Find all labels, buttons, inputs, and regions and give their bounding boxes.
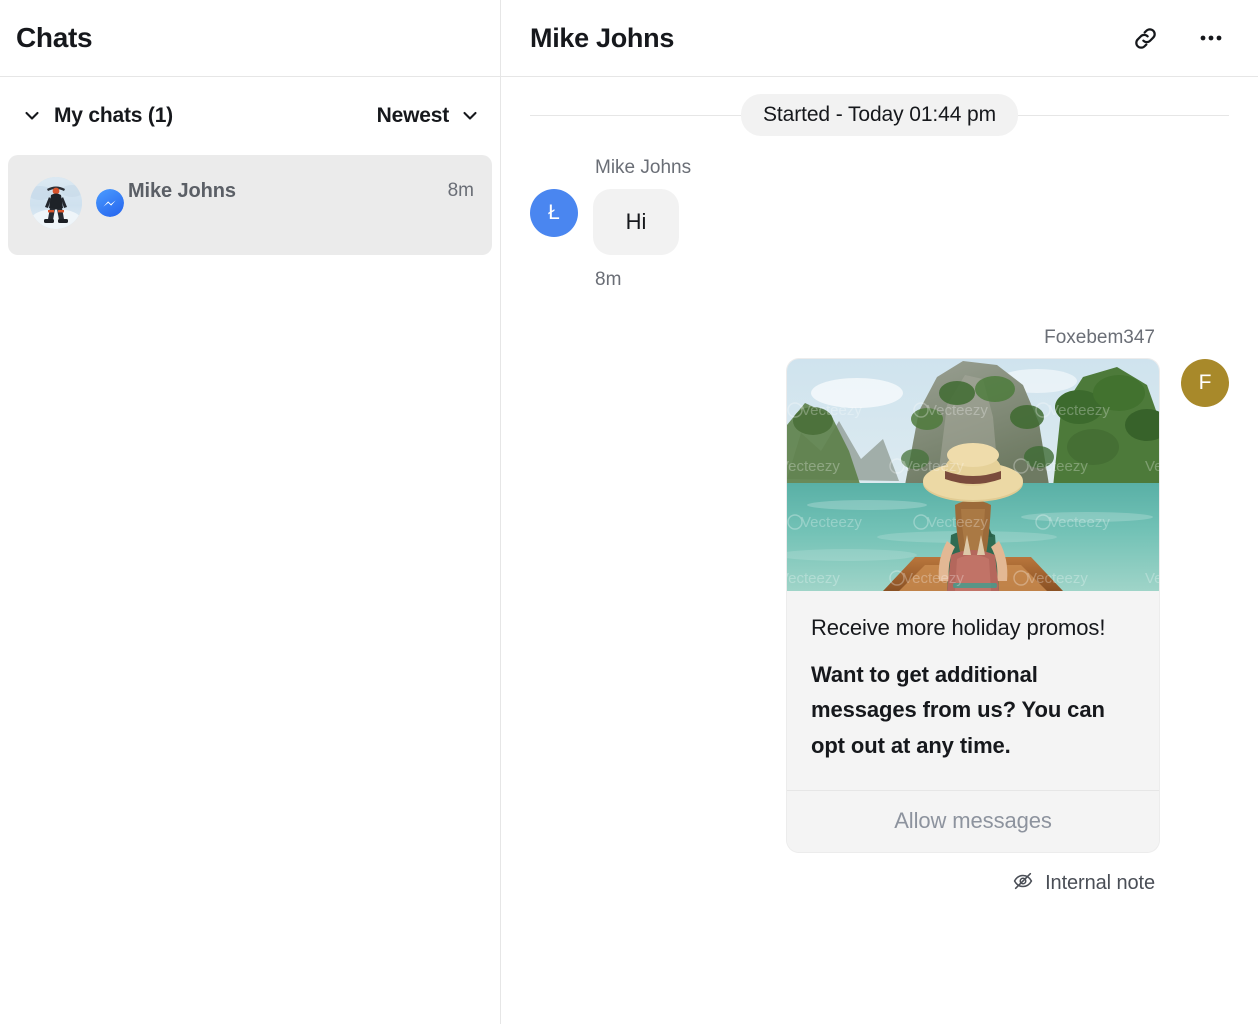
chat-application: Chats My chats (1) Newest (0, 0, 1258, 1024)
conversation-start-divider: Started - Today 01:44 pm (530, 77, 1229, 153)
chevron-down-icon (22, 106, 42, 126)
sort-order-dropdown[interactable]: Newest (377, 104, 480, 128)
avatar (30, 177, 82, 229)
page-title: Chats (16, 22, 92, 54)
message-bubble: Hi (593, 189, 679, 255)
allow-messages-label: Allow messages (894, 808, 1052, 834)
svg-text:Vecteezy: Vecteezy (801, 514, 862, 531)
message-timestamp: 8m (595, 269, 621, 291)
message-sender-name: Foxebem347 (1044, 327, 1155, 349)
conversation-title: Mike Johns (530, 23, 674, 54)
my-chats-group-toggle[interactable]: My chats (1) (22, 104, 173, 128)
header-actions (1130, 23, 1226, 53)
svg-text:Vecteezy: Vecteezy (1027, 458, 1088, 475)
conversation-panel: Mike Johns St (501, 0, 1258, 1024)
avatar: F (1181, 359, 1229, 407)
message-thread: Started - Today 01:44 pm Mike Johns Ł Hi… (501, 77, 1258, 1024)
list-item-content: Mike Johns 8m (114, 177, 474, 205)
svg-text:Vecteezy: Vecteezy (1049, 514, 1110, 531)
message-row: Vecteezy Vecteezy Vecteezy Vecteezy Vect… (787, 359, 1229, 852)
svg-text:Vecteezy: Vecteezy (927, 402, 988, 419)
promo-card-body: Receive more holiday promos! Want to get… (787, 591, 1159, 790)
eye-off-icon (1012, 870, 1034, 897)
chats-sidebar: Chats My chats (1) Newest (0, 0, 501, 1024)
promo-card: Vecteezy Vecteezy Vecteezy Vecteezy Vect… (787, 359, 1159, 852)
svg-text:Vecteezy: Vecteezy (801, 402, 862, 419)
user-photo-avatar (30, 177, 82, 229)
svg-text:Vecteezy: Vecteezy (903, 570, 964, 587)
conversation-header: Mike Johns (501, 0, 1258, 77)
allow-messages-button[interactable]: Allow messages (787, 790, 1159, 852)
svg-text:Vecteezy: Vecteezy (1049, 402, 1110, 419)
message-row: Ł Hi (530, 189, 679, 255)
svg-text:Vecteezy: Vecteezy (1027, 570, 1088, 587)
internal-note-toggle[interactable]: Internal note (1012, 870, 1155, 897)
list-item[interactable]: Mike Johns 8m (8, 155, 492, 255)
chat-timestamp: 8m (448, 180, 474, 202)
chats-toolbar: My chats (1) Newest (0, 77, 500, 155)
promo-card-image: Vecteezy Vecteezy Vecteezy Vecteezy Vect… (787, 359, 1159, 591)
avatar: Ł (530, 189, 578, 237)
chevron-down-icon (460, 106, 480, 126)
promo-card-title: Receive more holiday promos! (811, 613, 1135, 643)
more-options-icon[interactable] (1196, 23, 1226, 53)
conversation-start-label: Started - Today 01:44 pm (741, 94, 1018, 136)
svg-text:Vec: Vec (1145, 458, 1159, 475)
svg-text:Vecteezy: Vecteezy (787, 570, 840, 587)
internal-note-label: Internal note (1045, 872, 1155, 895)
message-outgoing: Foxebem347 (530, 327, 1229, 897)
svg-text:Vecteezy: Vecteezy (903, 458, 964, 475)
chat-list: Mike Johns 8m (0, 155, 500, 1024)
promo-card-text: Want to get additional messages from us?… (811, 657, 1135, 764)
my-chats-label: My chats (1) (54, 104, 173, 128)
sort-order-label: Newest (377, 104, 449, 128)
svg-text:Vecteezy: Vecteezy (787, 458, 840, 475)
message-sender-name: Mike Johns (595, 157, 691, 179)
svg-text:Vec: Vec (1145, 570, 1159, 587)
message-incoming: Mike Johns Ł Hi 8m (530, 157, 1229, 291)
chat-contact-name: Mike Johns (128, 180, 236, 203)
messenger-icon (96, 189, 124, 217)
svg-text:Vecteezy: Vecteezy (927, 514, 988, 531)
sidebar-header: Chats (0, 0, 500, 77)
link-icon[interactable] (1130, 23, 1160, 53)
